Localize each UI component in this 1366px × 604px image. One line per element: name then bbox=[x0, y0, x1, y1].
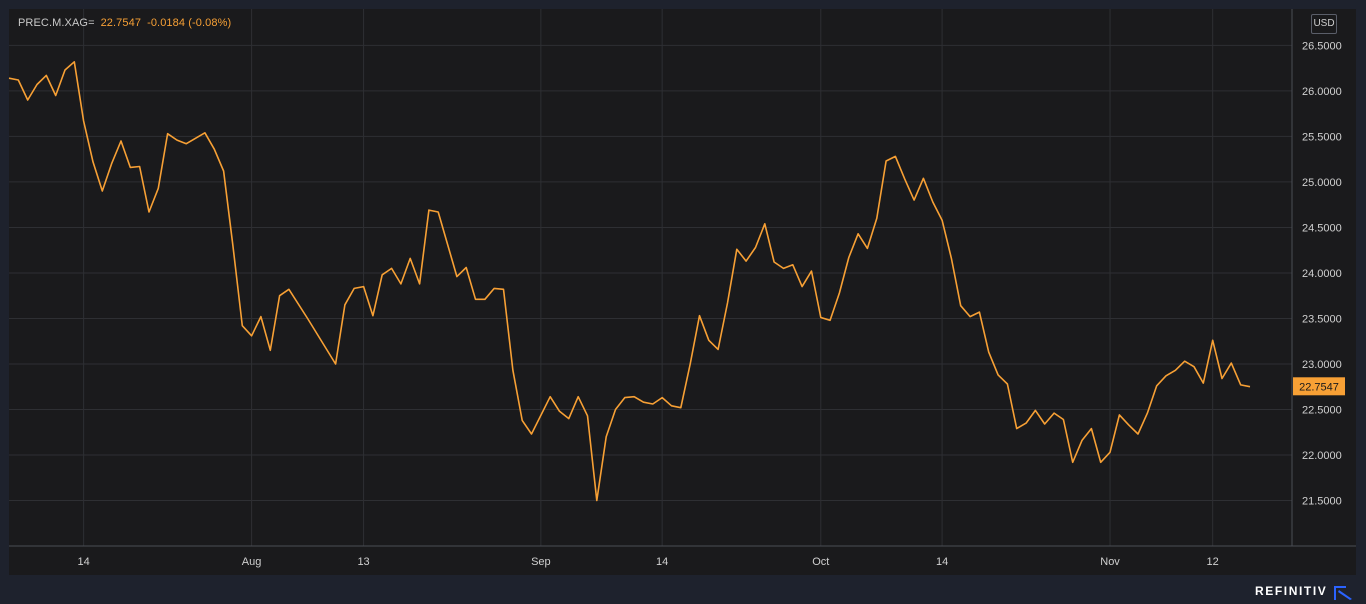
x-tick-label: Aug bbox=[242, 556, 262, 568]
last-value: 22.7547 bbox=[100, 17, 142, 29]
chart-legend: PREC.M.XAG= 22.7547 -0.0184 (-0.08%) bbox=[18, 17, 231, 29]
instrument-symbol[interactable]: PREC.M.XAG= bbox=[18, 17, 95, 29]
y-tick-label: 23.0000 bbox=[1302, 359, 1342, 371]
x-tick-label: 14 bbox=[78, 556, 90, 568]
last-value-badge-label: 22.7547 bbox=[1299, 381, 1339, 393]
x-tick-label: 13 bbox=[357, 556, 369, 568]
x-tick-label: 14 bbox=[936, 556, 948, 568]
brand-logo-text: REFINITIV bbox=[1255, 584, 1328, 598]
price-change: -0.0184 bbox=[147, 17, 186, 29]
y-tick-label: 24.5000 bbox=[1302, 222, 1342, 234]
y-tick-label: 22.0000 bbox=[1302, 450, 1342, 462]
y-tick-label: 26.5000 bbox=[1302, 40, 1342, 52]
x-tick-label: Nov bbox=[1100, 556, 1120, 568]
y-tick-label: 21.5000 bbox=[1302, 495, 1342, 507]
y-tick-label: 24.0000 bbox=[1302, 268, 1342, 280]
last-value-marker: 22.7547 bbox=[1293, 377, 1345, 396]
x-tick-label: Sep bbox=[531, 556, 551, 568]
y-tick-label: 22.5000 bbox=[1302, 404, 1342, 416]
price-change-percent: (-0.08%) bbox=[188, 17, 232, 29]
x-tick-label: 12 bbox=[1207, 556, 1219, 568]
x-tick-label: 14 bbox=[656, 556, 668, 568]
plot-background bbox=[9, 9, 1356, 575]
refinitiv-logo-icon bbox=[1334, 586, 1352, 600]
y-tick-label: 25.5000 bbox=[1302, 131, 1342, 143]
currency-button[interactable]: USD bbox=[1311, 14, 1337, 34]
x-tick-label: Oct bbox=[812, 556, 829, 568]
y-tick-label: 26.0000 bbox=[1302, 86, 1342, 98]
y-tick-label: 25.0000 bbox=[1302, 177, 1342, 189]
price-chart[interactable]: 21.5000 22.0000 22.5000 23.0000 23.5000 24.00… bbox=[0, 0, 1366, 604]
y-tick-label: 23.5000 bbox=[1302, 313, 1342, 325]
